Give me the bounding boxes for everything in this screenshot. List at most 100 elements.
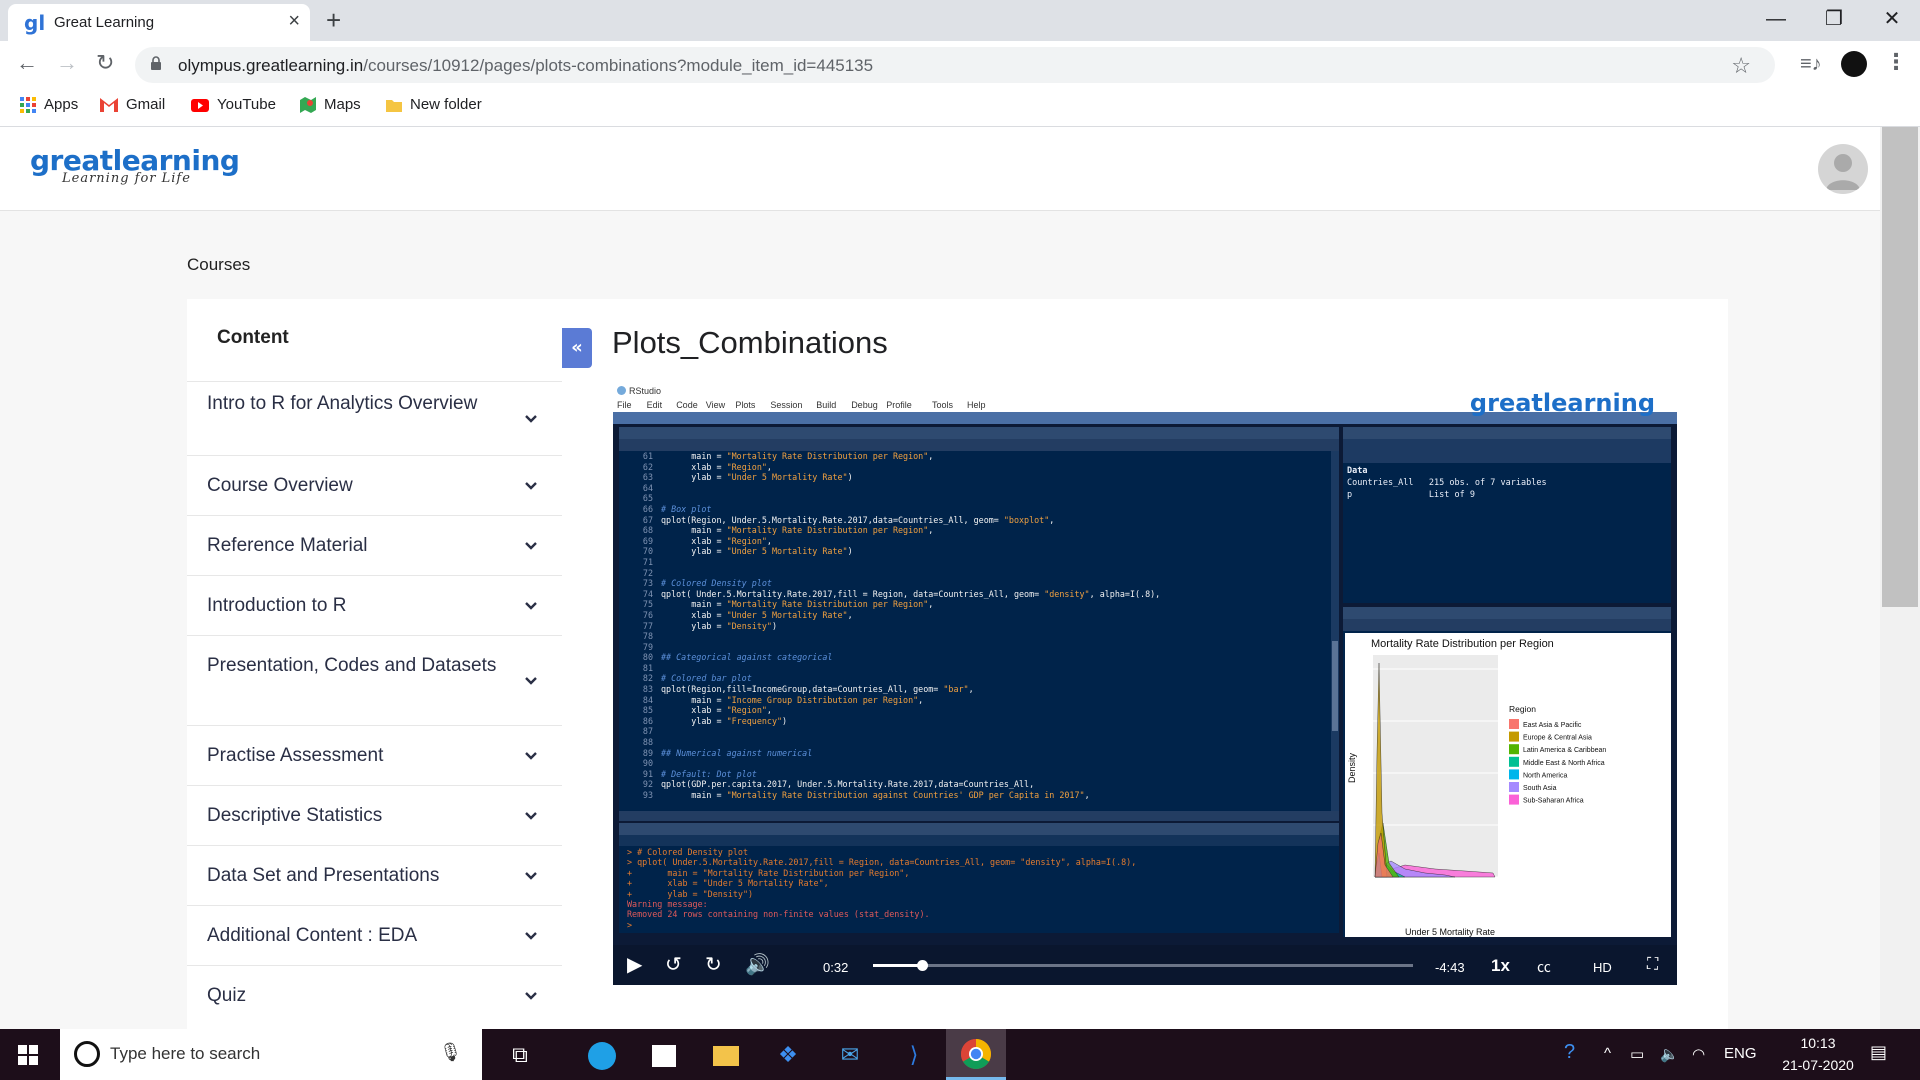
edge-icon[interactable] [586, 1039, 618, 1071]
task-view-icon[interactable]: ⧉ [504, 1039, 536, 1071]
chevron-down-icon[interactable] [524, 749, 538, 763]
chevron-down-icon[interactable] [524, 674, 538, 688]
store-icon[interactable] [648, 1039, 680, 1071]
bookmark-apps[interactable]: Apps [20, 96, 78, 114]
close-tab-icon[interactable]: × [288, 11, 300, 31]
collapse-sidebar-button[interactable]: « [562, 328, 592, 368]
sidebar-item-label: Quiz [207, 985, 247, 1006]
chevron-down-icon[interactable] [524, 539, 538, 553]
rstudio-menu-item: Edit [646, 400, 663, 410]
tray-chevron-icon[interactable]: ^ [1604, 1045, 1611, 1062]
bookmark-star-icon[interactable]: ☆ [1731, 53, 1751, 79]
sidebar-item[interactable]: Presentation, Codes and Datasets [187, 635, 562, 725]
media-playlist-icon[interactable]: ≡♪ [1800, 53, 1822, 76]
notifications-icon[interactable]: ▤ [1870, 1042, 1887, 1063]
chevron-down-icon[interactable] [524, 809, 538, 823]
taskbar-search[interactable]: Type here to search 🎙 [60, 1029, 482, 1080]
back-icon[interactable]: ← [16, 51, 38, 75]
address-bar[interactable]: olympus.greatlearning.in/courses/10912/p… [135, 47, 1775, 83]
sidebar-item[interactable]: Descriptive Statistics [187, 785, 562, 845]
sidebar-item[interactable]: Reference Material [187, 515, 562, 575]
progress-knob[interactable] [917, 960, 928, 971]
sidebar-item[interactable]: Data Set and Presentations [187, 845, 562, 905]
new-tab-icon[interactable]: + [326, 5, 341, 35]
restore-icon[interactable]: ❐ [1804, 4, 1864, 34]
volume-icon[interactable]: 🔊 [745, 954, 770, 976]
video-player[interactable]: RStudio File Edit Code View Plots Session Buil… [613, 385, 1677, 985]
legend-label: South Asia [1523, 785, 1557, 792]
user-avatar[interactable] [1818, 144, 1868, 194]
video-controls: ▶ ↺ ↻ 🔊 0:32 -4:43 1x ㏄ HD ⛶ [613, 945, 1677, 985]
dropbox-icon[interactable]: ❖ [772, 1039, 804, 1071]
language-indicator[interactable]: ENG [1724, 1045, 1757, 1062]
play-icon[interactable]: ▶ [627, 954, 642, 976]
page-scrollbar[interactable] [1880, 127, 1920, 1029]
sidebar-item[interactable]: Intro to R for Analytics Overview [187, 381, 562, 455]
chevron-down-icon[interactable] [524, 599, 538, 613]
sidebar-item[interactable]: Additional Content : EDA [187, 905, 562, 965]
sidebar-item[interactable]: Course Overview [187, 455, 562, 515]
reload-icon[interactable]: ↻ [96, 51, 114, 75]
rstudio-menu-item: Tools [932, 400, 954, 410]
environment-toolbar [1343, 439, 1671, 463]
sidebar-item-label: Intro to R for Analytics Overview [207, 393, 478, 414]
network-icon[interactable]: ◠ [1692, 1045, 1705, 1063]
windows-start-icon[interactable] [18, 1045, 38, 1065]
bookmark-label: Maps [324, 96, 361, 113]
hd-icon[interactable]: HD [1593, 957, 1612, 979]
captions-icon[interactable]: ㏄ [1537, 956, 1551, 978]
rstudio-menu-item: Plots [735, 400, 756, 410]
environment-tabs [1343, 427, 1671, 439]
minimize-icon[interactable]: — [1746, 4, 1806, 34]
console-tabs [619, 823, 1339, 835]
url-host: olympus.greatlearning.in [178, 56, 364, 75]
file-explorer-icon[interactable] [710, 1039, 742, 1071]
rstudio-menu-item: Build [816, 400, 837, 410]
volume-tray-icon[interactable]: 🔈 [1660, 1045, 1679, 1063]
chevron-down-icon[interactable] [524, 989, 538, 1003]
bookmark-youtube[interactable]: YouTube [191, 96, 276, 113]
microphone-icon[interactable]: 🎙 [439, 1042, 462, 1063]
editor-tabs [619, 427, 1339, 439]
rewind-icon[interactable]: ↺ [665, 954, 682, 976]
battery-icon[interactable]: ▭ [1630, 1045, 1644, 1063]
sidebar-item[interactable]: Quiz [187, 965, 562, 1025]
progress-track[interactable] [873, 964, 1413, 967]
window-close-icon[interactable]: ✕ [1862, 4, 1920, 34]
bookmark-new-folder[interactable]: New folder [386, 96, 482, 113]
browser-menu-icon[interactable]: ⋮ [1885, 49, 1907, 75]
sidebar-item-label: Data Set and Presentations [207, 865, 440, 886]
browser-tab[interactable]: gl Great Learning × [8, 4, 310, 41]
mail-icon[interactable]: ✉ [834, 1039, 866, 1071]
chrome-icon [960, 1039, 992, 1070]
density-plot: Mortality Rate Distribution per Region U… [1345, 633, 1671, 937]
scrollbar-thumb[interactable] [1882, 127, 1918, 607]
browser-toolbar: ← → ↻ olympus.greatlearning.in/courses/1… [0, 41, 1920, 88]
chevron-down-icon[interactable] [524, 479, 538, 493]
chevron-down-icon[interactable] [524, 929, 538, 943]
rstudio-menu-item: Code [676, 400, 698, 410]
breadcrumb[interactable]: Courses [187, 255, 250, 275]
environment-pane: Data Countries_All 215 obs. of 7 variable… [1343, 427, 1671, 603]
chrome-taskbar-button[interactable] [946, 1029, 1006, 1080]
chevron-down-icon[interactable] [524, 869, 538, 883]
legend-label: Sub-Saharan Africa [1523, 798, 1584, 805]
bookmark-maps[interactable]: Maps [300, 96, 361, 114]
sidebar-item[interactable]: Introduction to R [187, 575, 562, 635]
chevron-down-icon[interactable] [524, 412, 538, 426]
plot-xlabel: Under 5 Mortality Rate [1405, 927, 1495, 937]
forward-10-icon[interactable]: ↻ [705, 954, 722, 976]
playback-speed[interactable]: 1x [1491, 955, 1510, 977]
plot-title: Mortality Rate Distribution per Region [1371, 638, 1554, 650]
clock-date[interactable]: 21-07-2020 [1770, 1057, 1866, 1073]
vscode-icon[interactable]: ⟩ [898, 1039, 930, 1071]
bookmark-gmail[interactable]: Gmail [100, 96, 165, 113]
gmail-icon [100, 98, 118, 113]
clock-time[interactable]: 10:13 [1788, 1035, 1848, 1051]
forward-icon[interactable]: → [56, 51, 78, 75]
help-icon[interactable]: ? [1564, 1041, 1575, 1064]
page-title: Plots_Combinations [612, 325, 888, 360]
sidebar-item[interactable]: Practise Assessment [187, 725, 562, 785]
profile-avatar[interactable] [1841, 51, 1867, 77]
fullscreen-icon[interactable]: ⛶ [1647, 954, 1658, 976]
